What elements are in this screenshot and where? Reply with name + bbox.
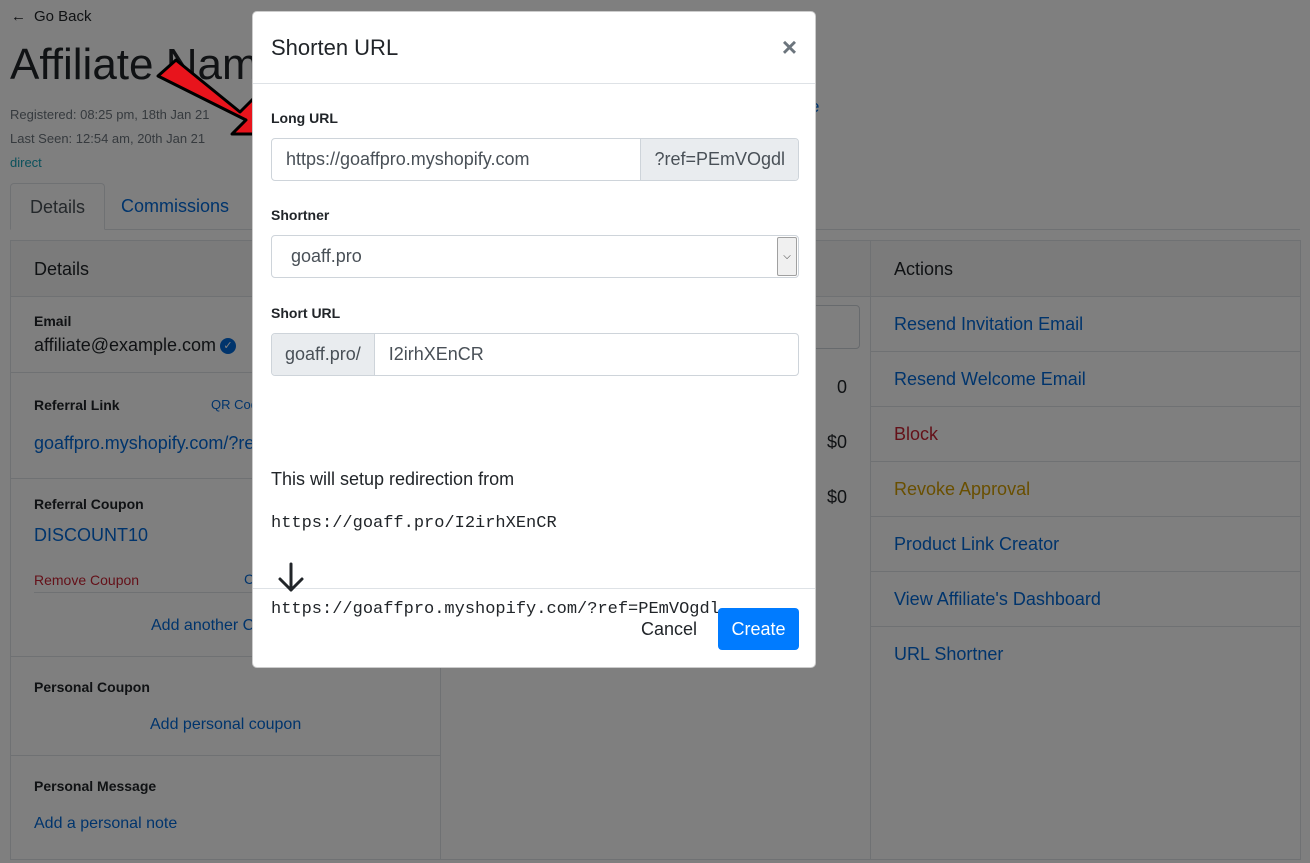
redirect-from-url: https://goaff.pro/I2irhXEnCR — [271, 514, 557, 533]
short-url-input-group: goaff.pro/ I2irhXEnCR — [271, 333, 799, 376]
chevron-down-icon[interactable]: ⌵ — [777, 237, 797, 276]
modal-header: Shorten URL × — [253, 12, 815, 84]
long-url-suffix: ?ref=PEmVOgdl — [640, 139, 798, 180]
close-icon[interactable]: × — [782, 32, 797, 62]
short-url-input[interactable]: I2irhXEnCR — [375, 334, 798, 375]
modal-title: Shorten URL — [271, 35, 399, 60]
short-url-label: Short URL — [271, 305, 341, 321]
shorten-url-modal: Shorten URL × Long URL https://goaffpro.… — [252, 11, 816, 668]
short-url-prefix: goaff.pro/ — [272, 334, 375, 375]
shortener-select[interactable]: goaff.pro ⌵ — [271, 235, 799, 278]
shortener-select-value: goaff.pro — [291, 246, 362, 266]
create-button[interactable]: Create — [718, 608, 799, 650]
long-url-input-group: https://goaffpro.myshopify.com ?ref=PEmV… — [271, 138, 799, 181]
redirection-info: This will setup redirection from — [271, 469, 515, 489]
cancel-button[interactable]: Cancel — [629, 608, 709, 650]
long-url-input[interactable]: https://goaffpro.myshopify.com — [272, 139, 640, 180]
arrow-down-icon — [278, 562, 304, 592]
modal-body: Long URL https://goaffpro.myshopify.com … — [253, 84, 815, 619]
long-url-label: Long URL — [271, 110, 338, 126]
shortener-label: Shortner — [271, 207, 330, 223]
